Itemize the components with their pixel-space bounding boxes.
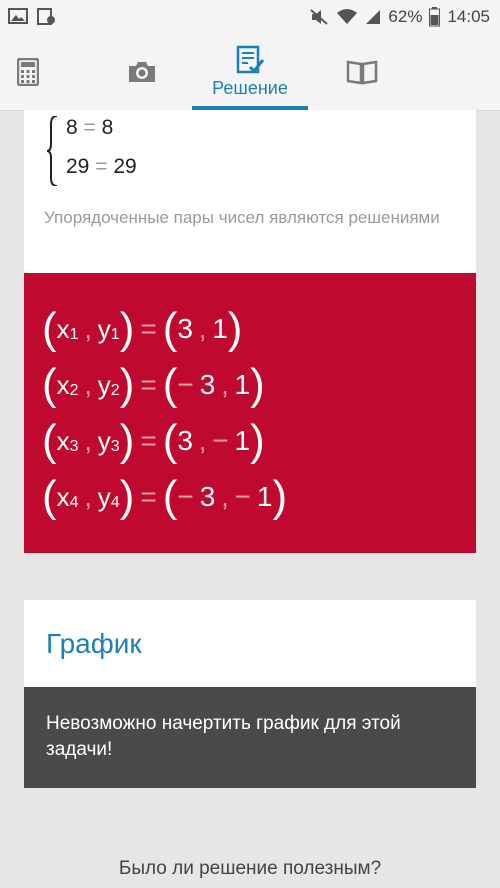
x-value: 3 bbox=[177, 425, 193, 456]
equation-1: 8 = 8 bbox=[66, 116, 113, 140]
y-subscript: 2 bbox=[110, 382, 120, 399]
book-icon bbox=[346, 60, 378, 85]
close-paren: ) bbox=[250, 416, 265, 465]
close-paren: ) bbox=[250, 360, 265, 409]
solution-icon bbox=[236, 45, 264, 74]
comma: , bbox=[221, 481, 229, 512]
comma: , bbox=[198, 425, 207, 456]
minus-sign: − bbox=[177, 481, 194, 512]
comma: , bbox=[84, 369, 92, 400]
close-paren: ) bbox=[119, 472, 135, 521]
minus-sign: − bbox=[234, 481, 251, 512]
solution-note: Упорядоченные пары чисел являются решени… bbox=[44, 208, 440, 227]
equals-sign: = bbox=[140, 425, 157, 456]
open-paren: ( bbox=[162, 304, 178, 353]
close-paren: ) bbox=[119, 304, 135, 353]
y-value: 1 bbox=[212, 313, 228, 344]
comma: , bbox=[221, 369, 229, 400]
comma: , bbox=[84, 425, 92, 456]
camera-icon bbox=[129, 62, 155, 82]
eq1-equals: = bbox=[83, 116, 96, 139]
open-paren: ( bbox=[162, 472, 178, 521]
y-variable: y bbox=[97, 369, 111, 400]
close-paren: ) bbox=[227, 304, 243, 353]
close-paren: ) bbox=[272, 472, 288, 521]
x-value: 3 bbox=[199, 481, 216, 512]
equation-2: 29 = 29 bbox=[66, 155, 137, 179]
equals-sign: = bbox=[140, 313, 157, 344]
y-subscript: 4 bbox=[110, 494, 120, 511]
feedback-question: Было ли решение полезным? bbox=[118, 858, 382, 879]
x-subscript: 4 bbox=[69, 494, 79, 511]
eq2-left: 29 bbox=[66, 155, 90, 178]
graph-title: График bbox=[46, 628, 142, 659]
comma: , bbox=[198, 313, 207, 344]
x-value: 3 bbox=[199, 369, 216, 400]
x-variable: x bbox=[56, 313, 70, 344]
comma: , bbox=[84, 481, 92, 512]
comma: , bbox=[84, 313, 92, 344]
gallery-notification-icon bbox=[8, 8, 28, 24]
status-bar: 62% 14:05 bbox=[0, 0, 500, 34]
tab-bar: Решение bbox=[0, 34, 500, 111]
eq2-right: 29 bbox=[113, 155, 137, 178]
y-value: 1 bbox=[234, 369, 251, 400]
close-paren: ) bbox=[119, 360, 135, 409]
eq1-left: 8 bbox=[66, 116, 78, 139]
open-paren: ( bbox=[42, 360, 57, 409]
x-subscript: 3 bbox=[69, 438, 79, 455]
close-paren: ) bbox=[119, 416, 135, 465]
battery-icon bbox=[429, 7, 441, 27]
y-subscript: 3 bbox=[110, 438, 120, 455]
solution-row: (x 2, y 2) =(−3, 1) bbox=[42, 359, 265, 411]
solution-row: (x 1, y 1) =(3, 1) bbox=[42, 303, 242, 355]
calculator-icon bbox=[17, 58, 39, 86]
eq1-right: 8 bbox=[101, 116, 114, 139]
y-subscript: 1 bbox=[110, 326, 120, 343]
x-subscript: 2 bbox=[69, 382, 79, 399]
y-variable: y bbox=[97, 313, 111, 344]
open-paren: ( bbox=[162, 416, 178, 465]
equation-system-card: 8 = 8 29 = 29 Упорядоченные пары чисел я… bbox=[24, 110, 476, 273]
open-paren: ( bbox=[42, 304, 57, 353]
signal-icon bbox=[366, 10, 381, 24]
answer-block: (x 1, y 1) =(3, 1)(x 2, y 2) =(−3, 1)(x 3, y 3) =(3, −1… bbox=[24, 273, 476, 553]
graph-message: Невозможно начертить график для этой зад… bbox=[46, 713, 401, 760]
tab-camera[interactable] bbox=[110, 34, 174, 110]
tab-solution-label: Решение bbox=[212, 78, 288, 98]
y-value: 1 bbox=[256, 481, 273, 512]
solution-row: (x 4, y 4) =(−3, −1) bbox=[42, 471, 287, 523]
equals-sign: = bbox=[140, 481, 157, 512]
open-paren: ( bbox=[42, 416, 57, 465]
x-variable: x bbox=[56, 481, 70, 512]
battery-percent: 62% bbox=[388, 7, 423, 26]
graph-card: График Невозможно начертить график для э… bbox=[24, 600, 476, 788]
open-paren: ( bbox=[42, 472, 57, 521]
minus-sign: − bbox=[212, 425, 229, 456]
open-paren: ( bbox=[162, 360, 178, 409]
graph-message-box: Невозможно начертить график для этой зад… bbox=[24, 687, 476, 788]
x-variable: x bbox=[56, 369, 70, 400]
y-variable: y bbox=[97, 425, 111, 456]
y-value: 1 bbox=[234, 425, 251, 456]
eq2-equals: = bbox=[95, 155, 108, 178]
system-brace bbox=[47, 116, 58, 186]
minus-sign: − bbox=[177, 369, 194, 400]
tab-book[interactable] bbox=[330, 34, 394, 110]
wifi-icon bbox=[337, 9, 358, 24]
x-variable: x bbox=[56, 425, 70, 456]
calendar-notification-icon bbox=[37, 8, 55, 25]
x-subscript: 1 bbox=[69, 326, 79, 343]
clock: 14:05 bbox=[447, 7, 490, 26]
mute-icon bbox=[310, 9, 329, 25]
tab-solution[interactable]: Решение bbox=[192, 34, 308, 110]
solution-row: (x 3, y 3) =(3, −1) bbox=[42, 415, 265, 467]
equals-sign: = bbox=[140, 369, 157, 400]
y-variable: y bbox=[97, 481, 111, 512]
tab-calculator[interactable] bbox=[0, 34, 56, 110]
x-value: 3 bbox=[177, 313, 193, 344]
